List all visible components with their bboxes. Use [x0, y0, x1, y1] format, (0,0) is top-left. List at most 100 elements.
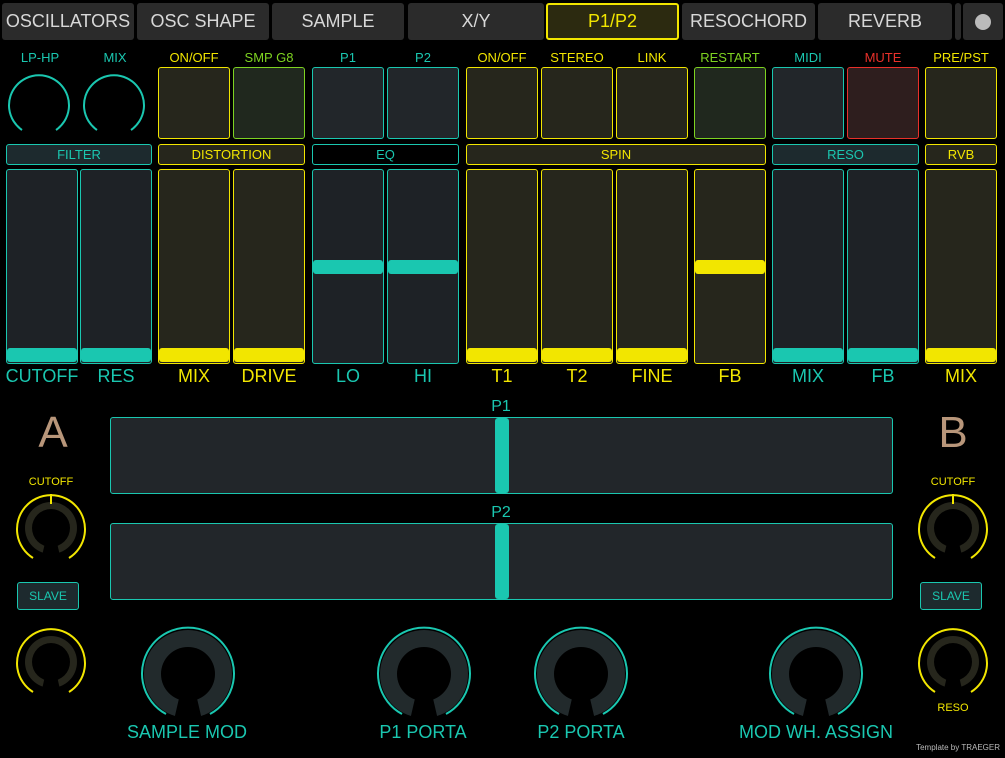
- footer-credit: Template by TRAEGER: [916, 743, 1000, 752]
- fader-spin-t1[interactable]: [466, 169, 538, 364]
- mute-label: MUTE: [864, 50, 902, 65]
- fader-handle[interactable]: [926, 348, 996, 363]
- fader-label-spin-fb: FB: [718, 366, 742, 386]
- side-b-label: B: [938, 408, 968, 457]
- p1-label: P1: [340, 50, 356, 65]
- fader-handle[interactable]: [617, 348, 687, 363]
- p2-xy-pad[interactable]: [110, 523, 893, 600]
- fader-label-cutoff: CUTOFF: [5, 366, 79, 386]
- fader-eq-lo[interactable]: [312, 169, 384, 364]
- fader-dist-mix[interactable]: [158, 169, 230, 364]
- cutoff-a-knob[interactable]: [13, 488, 89, 566]
- lp-hp-label: LP-HP: [20, 50, 60, 65]
- p1-pad[interactable]: [312, 67, 384, 139]
- mute-pad[interactable]: [847, 67, 919, 139]
- fader-handle[interactable]: [542, 348, 612, 363]
- mix-knob[interactable]: [81, 67, 147, 137]
- fader-handle[interactable]: [313, 259, 383, 274]
- fader-handle[interactable]: [81, 348, 151, 363]
- reso-b-label: RESO: [937, 702, 969, 714]
- onoff-label-2: ON/OFF: [477, 50, 527, 65]
- filter-header: FILTER: [6, 144, 152, 165]
- fader-label-res: RES: [97, 366, 135, 386]
- smp-g8-label: SMP G8: [244, 50, 294, 65]
- p1-porta-knob[interactable]: [374, 624, 474, 724]
- fader-spin-t2[interactable]: [541, 169, 613, 364]
- fader-handle[interactable]: [7, 348, 77, 363]
- lp-hp-knob[interactable]: [6, 67, 72, 137]
- p2-porta-knob[interactable]: [531, 624, 631, 724]
- fader-label-reso-mix: MIX: [791, 366, 824, 386]
- midi-pad[interactable]: [772, 67, 844, 139]
- slave-b-button[interactable]: SLAVE: [920, 582, 982, 610]
- fader-handle[interactable]: [159, 348, 229, 363]
- p2-handle[interactable]: [494, 524, 509, 599]
- fader-label-eq-lo: LO: [335, 366, 360, 386]
- cutoff-b-label: CUTOFF: [930, 476, 976, 488]
- stereo-pad[interactable]: [541, 67, 613, 139]
- rvb-header: RVB: [925, 144, 997, 165]
- fader-label-drive: DRIVE: [241, 366, 297, 386]
- reso-header: RESO: [772, 144, 919, 165]
- fader-label-dist-mix: MIX: [177, 366, 210, 386]
- fader-eq-hi[interactable]: [387, 169, 459, 364]
- fader-spin-fb[interactable]: [694, 169, 766, 364]
- eq-header: EQ: [312, 144, 459, 165]
- p2-porta-label: P2 PORTA: [537, 722, 625, 742]
- tab-osc-shape[interactable]: OSC SHAPE: [137, 3, 269, 40]
- xy-p1-label: P1: [491, 398, 511, 415]
- p2-label: P2: [415, 50, 431, 65]
- fader-handle[interactable]: [234, 348, 304, 363]
- sample-mod-knob[interactable]: [138, 624, 238, 724]
- fader-rvb-mix[interactable]: [925, 169, 997, 364]
- fader-spin-fine[interactable]: [616, 169, 688, 364]
- fader-handle[interactable]: [388, 259, 458, 274]
- fader-reso-fb[interactable]: [847, 169, 919, 364]
- tab-p1-p2[interactable]: P1/P2: [546, 3, 679, 40]
- fader-label-spin-t2: T2: [566, 366, 588, 386]
- pre-pst-label: PRE/PST: [933, 50, 989, 65]
- pre-pst-pad[interactable]: [925, 67, 997, 139]
- cutoff-a-label: CUTOFF: [28, 476, 74, 488]
- fader-handle[interactable]: [773, 348, 843, 363]
- spin-onoff-pad[interactable]: [466, 67, 538, 139]
- resonance-a-knob[interactable]: [13, 624, 89, 700]
- cutoff-b-knob[interactable]: [915, 488, 991, 566]
- fader-label-spin-t1: T1: [491, 366, 513, 386]
- mix-knob-label: MIX: [103, 50, 127, 65]
- tab-resochord[interactable]: RESOCHORD: [682, 3, 815, 40]
- p2-pad[interactable]: [387, 67, 459, 139]
- tab-oscillators[interactable]: OSCILLATORS: [2, 3, 134, 40]
- fader-reso-mix[interactable]: [772, 169, 844, 364]
- fader-handle[interactable]: [695, 259, 765, 274]
- tab-xy[interactable]: X/Y: [408, 3, 544, 40]
- midi-label: MIDI: [794, 50, 822, 65]
- slave-a-button[interactable]: SLAVE: [17, 582, 79, 610]
- sample-mod-label: SAMPLE MOD: [126, 722, 248, 742]
- circle-icon: [975, 13, 991, 30]
- stereo-label: STEREO: [550, 50, 604, 65]
- link-label: LINK: [637, 50, 667, 65]
- tab-sample[interactable]: SAMPLE: [272, 3, 404, 40]
- fader-res[interactable]: [80, 169, 152, 364]
- p1-handle[interactable]: [494, 418, 509, 493]
- onoff-label-1: ON/OFF: [169, 50, 219, 65]
- p1-xy-pad[interactable]: [110, 417, 893, 494]
- link-pad[interactable]: [616, 67, 688, 139]
- fader-cutoff[interactable]: [6, 169, 78, 364]
- tab-reverb[interactable]: REVERB: [818, 3, 952, 40]
- smp-g8-pad[interactable]: [233, 67, 305, 139]
- distortion-onoff-pad[interactable]: [158, 67, 230, 139]
- mod-wh-assign-knob[interactable]: [766, 624, 866, 724]
- fader-handle[interactable]: [467, 348, 537, 363]
- fader-handle[interactable]: [848, 348, 918, 363]
- record-button[interactable]: [963, 3, 1003, 40]
- fader-label-reso-fb: FB: [871, 366, 895, 386]
- fader-label-spin-fine: FINE: [631, 366, 673, 386]
- restart-pad[interactable]: [694, 67, 766, 139]
- reso-b-knob[interactable]: [915, 624, 991, 700]
- fader-drive[interactable]: [233, 169, 305, 364]
- spin-header: SPIN: [466, 144, 766, 165]
- side-a-label: A: [38, 408, 68, 457]
- xy-p2-label: P2: [491, 504, 511, 521]
